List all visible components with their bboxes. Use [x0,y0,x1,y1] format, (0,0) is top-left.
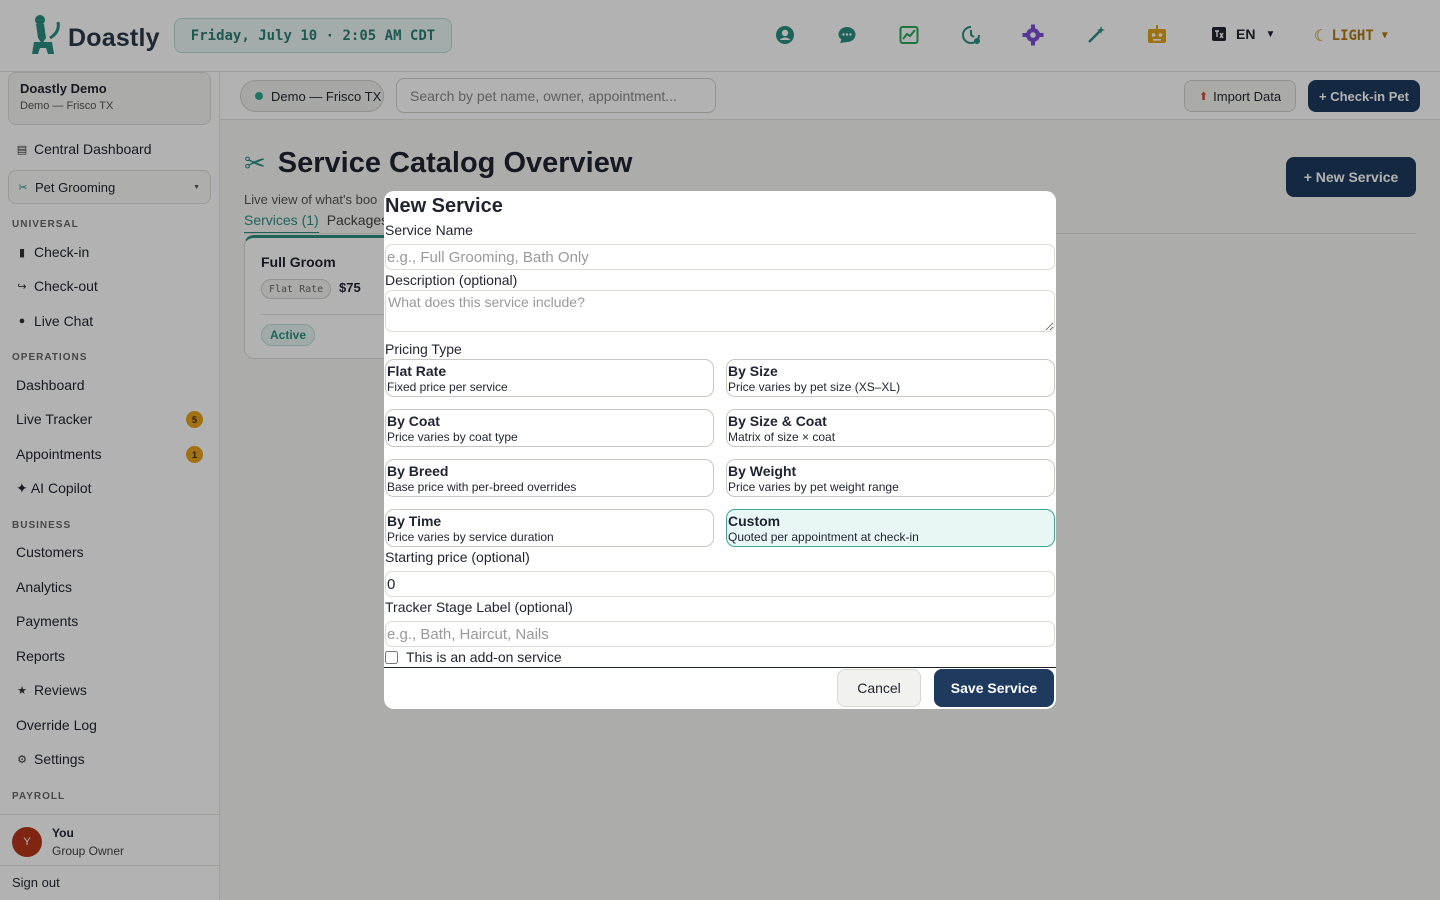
tracker-stage-input[interactable] [385,621,1055,647]
pricing-option-by-size[interactable]: By Size Price varies by pet size (XS–XL) [726,359,1055,397]
pricing-option-desc: Matrix of size × coat [728,430,836,444]
dialog-footer-divider [384,667,1056,668]
pricing-option-desc: Price varies by pet weight range [728,480,899,494]
pricing-option-by-size-coat[interactable]: By Size & Coat Matrix of size × coat [726,409,1055,447]
pricing-option-name: Custom [728,513,781,529]
pricing-option-desc: Price varies by pet size (XS–XL) [728,380,901,394]
cancel-button[interactable]: Cancel [837,669,921,707]
dialog-title: New Service [385,195,503,217]
description-textarea[interactable] [385,290,1055,332]
description-label: Description (optional) [385,272,518,288]
pricing-type-label: Pricing Type [385,341,462,357]
add-on-toggle[interactable]: This is an add-on service [385,649,562,665]
pricing-option-by-breed[interactable]: By Breed Base price with per-breed overr… [385,459,714,497]
pricing-option-name: By Time [387,513,442,529]
service-name-label: Service Name [385,222,473,238]
pricing-option-desc: Price varies by service duration [387,530,554,544]
add-on-label: This is an add-on service [406,649,562,665]
pricing-option-desc: Quoted per appointment at check-in [728,530,919,544]
starting-price-input[interactable] [385,571,1055,597]
pricing-option-name: By Size [728,363,778,379]
starting-price-label: Starting price (optional) [385,549,530,565]
save-service-button[interactable]: Save Service [934,669,1054,707]
pricing-option-by-time[interactable]: By Time Price varies by service duration [385,509,714,547]
new-service-dialog: New Service Service Name Description (op… [384,191,1056,709]
pricing-option-name: By Coat [387,413,440,429]
pricing-option-desc: Base price with per-breed overrides [387,480,577,494]
pricing-option-custom[interactable]: Custom Quoted per appointment at check-i… [726,509,1055,547]
pricing-option-name: By Size & Coat [728,413,827,429]
pricing-option-by-coat[interactable]: By Coat Price varies by coat type [385,409,714,447]
tracker-stage-label: Tracker Stage Label (optional) [385,599,573,615]
pricing-option-flat-rate[interactable]: Flat Rate Fixed price per service [385,359,714,397]
pricing-option-desc: Price varies by coat type [387,430,518,444]
pricing-option-name: By Weight [728,463,797,479]
add-on-checkbox[interactable] [385,650,398,664]
pricing-option-by-weight[interactable]: By Weight Price varies by pet weight ran… [726,459,1055,497]
pricing-option-desc: Fixed price per service [387,380,508,394]
pricing-option-name: Flat Rate [387,363,447,379]
pricing-option-name: By Breed [387,463,449,479]
service-name-input[interactable] [385,244,1055,270]
